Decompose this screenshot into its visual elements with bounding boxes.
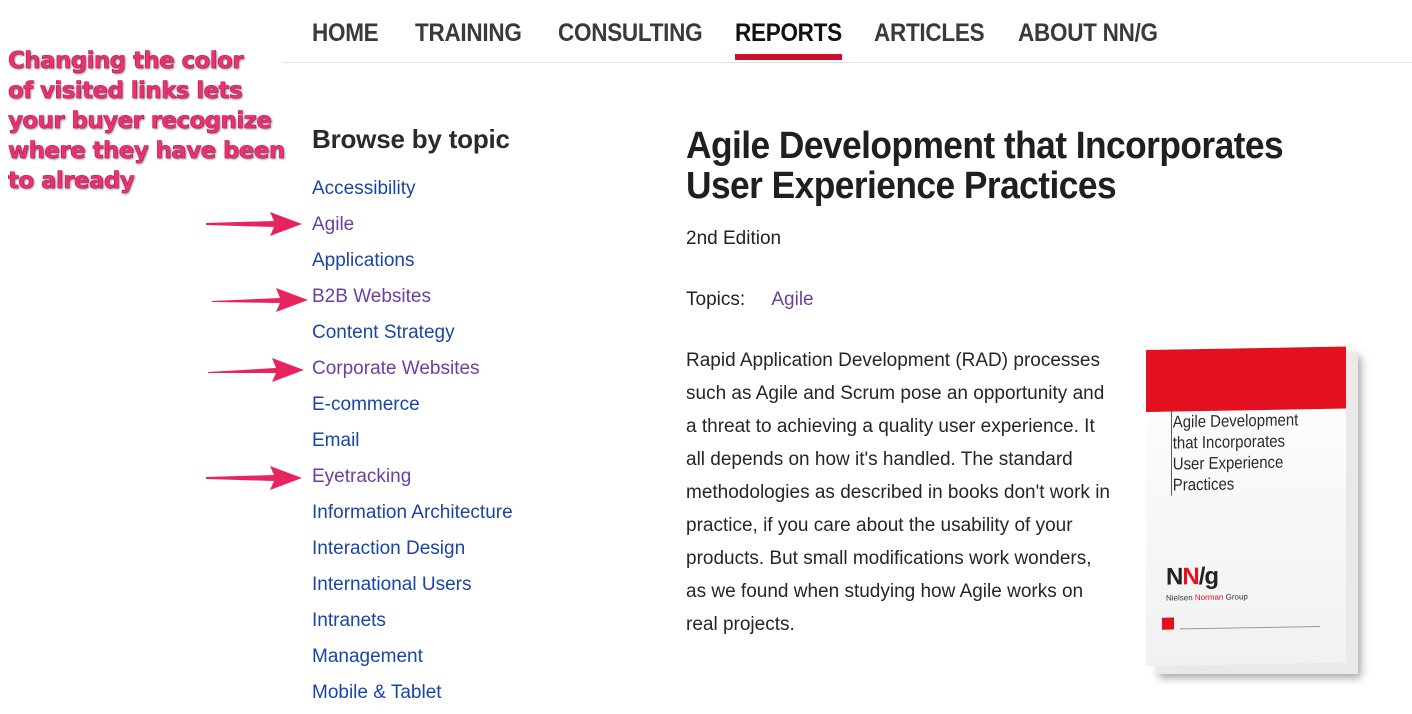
list-item: Accessibility (312, 174, 513, 210)
topic-link-applications[interactable]: Applications (312, 250, 414, 271)
list-item: Information Architecture (312, 498, 513, 534)
annotation-line: where they have been (8, 138, 286, 165)
topics-label: Topics: (686, 289, 746, 310)
nav-reports[interactable]: REPORTS (735, 19, 842, 60)
report-cover-image[interactable]: Agile Development that Incorporates User… (1146, 342, 1360, 678)
topic-link-intranets[interactable]: Intranets (312, 610, 386, 631)
topic-link-corporate-websites[interactable]: Corporate Websites (312, 358, 480, 379)
top-navigation: HOME TRAINING CONSULTING REPORTS ARTICLE… (282, 0, 1412, 63)
logo-subtitle: Nielsen Norman Group (1166, 592, 1248, 602)
nav-articles[interactable]: ARTICLES (874, 19, 985, 48)
topic-tag-agile[interactable]: Agile (771, 289, 813, 310)
report-topics: Topics: Agile (686, 289, 814, 311)
nav-about[interactable]: ABOUT NN/G (1018, 19, 1158, 48)
topic-link-accessibility[interactable]: Accessibility (312, 178, 415, 199)
list-item: International Users (312, 570, 513, 606)
cover-title: Agile Development that Incorporates User… (1171, 408, 1318, 496)
list-item: Intranets (312, 606, 513, 642)
annotation-line: of visited links lets (8, 78, 243, 105)
nav-home[interactable]: HOME (312, 19, 379, 48)
logo-n2: N (1182, 563, 1199, 591)
arrow-icon (206, 466, 302, 490)
list-item: Eyetracking (312, 462, 513, 498)
list-item: Corporate Websites (312, 354, 513, 390)
list-item: B2B Websites (312, 282, 513, 318)
list-item: Email (312, 426, 513, 462)
topic-link-international-users[interactable]: International Users (312, 574, 471, 595)
logo-sub-3: Group (1225, 592, 1248, 602)
topic-link-mobile-tablet[interactable]: Mobile & Tablet (312, 682, 442, 703)
list-item: Applications (312, 246, 513, 282)
topic-link-eyetracking[interactable]: Eyetracking (312, 466, 411, 487)
report-edition: 2nd Edition (686, 228, 782, 249)
topic-link-content-strategy[interactable]: Content Strategy (312, 322, 455, 343)
annotation-callout: Changing the color of visited links lets… (8, 46, 288, 196)
logo-g: /g (1198, 562, 1219, 591)
annotation-line: your buyer recognize (8, 108, 273, 135)
list-item: Management (312, 642, 513, 678)
topic-link-b2b-websites[interactable]: B2B Websites (312, 286, 431, 307)
topic-link-information-architecture[interactable]: Information Architecture (312, 502, 513, 523)
annotation-line: Changing the color (8, 48, 244, 75)
list-item: E-commerce (312, 390, 513, 426)
topic-link-e-commerce[interactable]: E-commerce (312, 394, 420, 415)
topic-link-email[interactable]: Email (312, 430, 360, 451)
browse-by-topic-heading: Browse by topic (312, 124, 510, 154)
topic-link-agile[interactable]: Agile (312, 214, 354, 235)
nav-consulting[interactable]: CONSULTING (558, 19, 703, 48)
arrow-icon (208, 358, 304, 382)
list-item: Agile (312, 210, 513, 246)
nng-logo: NN/g (1166, 563, 1218, 592)
logo-n1: N (1166, 563, 1183, 591)
arrow-icon (212, 288, 308, 312)
cover-footer-line (1180, 625, 1320, 630)
logo-sub-2: Norman (1194, 592, 1224, 603)
report-description: Rapid Application Development (RAD) proc… (686, 350, 1110, 635)
annotation-line: to already (8, 168, 135, 195)
topic-link-interaction-design[interactable]: Interaction Design (312, 538, 465, 559)
list-item: Mobile & Tablet (312, 678, 513, 714)
arrow-icon (206, 212, 302, 236)
cover-red-square (1162, 617, 1174, 630)
cover-red-band (1146, 346, 1346, 412)
book-cover: Agile Development that Incorporates User… (1146, 342, 1346, 666)
list-item: Interaction Design (312, 534, 513, 570)
list-item: Content Strategy (312, 318, 513, 354)
nav-training[interactable]: TRAINING (415, 19, 522, 48)
topic-link-management[interactable]: Management (312, 646, 423, 667)
logo-sub-1: Nielsen (1166, 593, 1193, 603)
report-title: Agile Development that Incorporates User… (686, 125, 1284, 207)
topic-list: Accessibility Agile Applications B2B Web… (312, 174, 513, 714)
